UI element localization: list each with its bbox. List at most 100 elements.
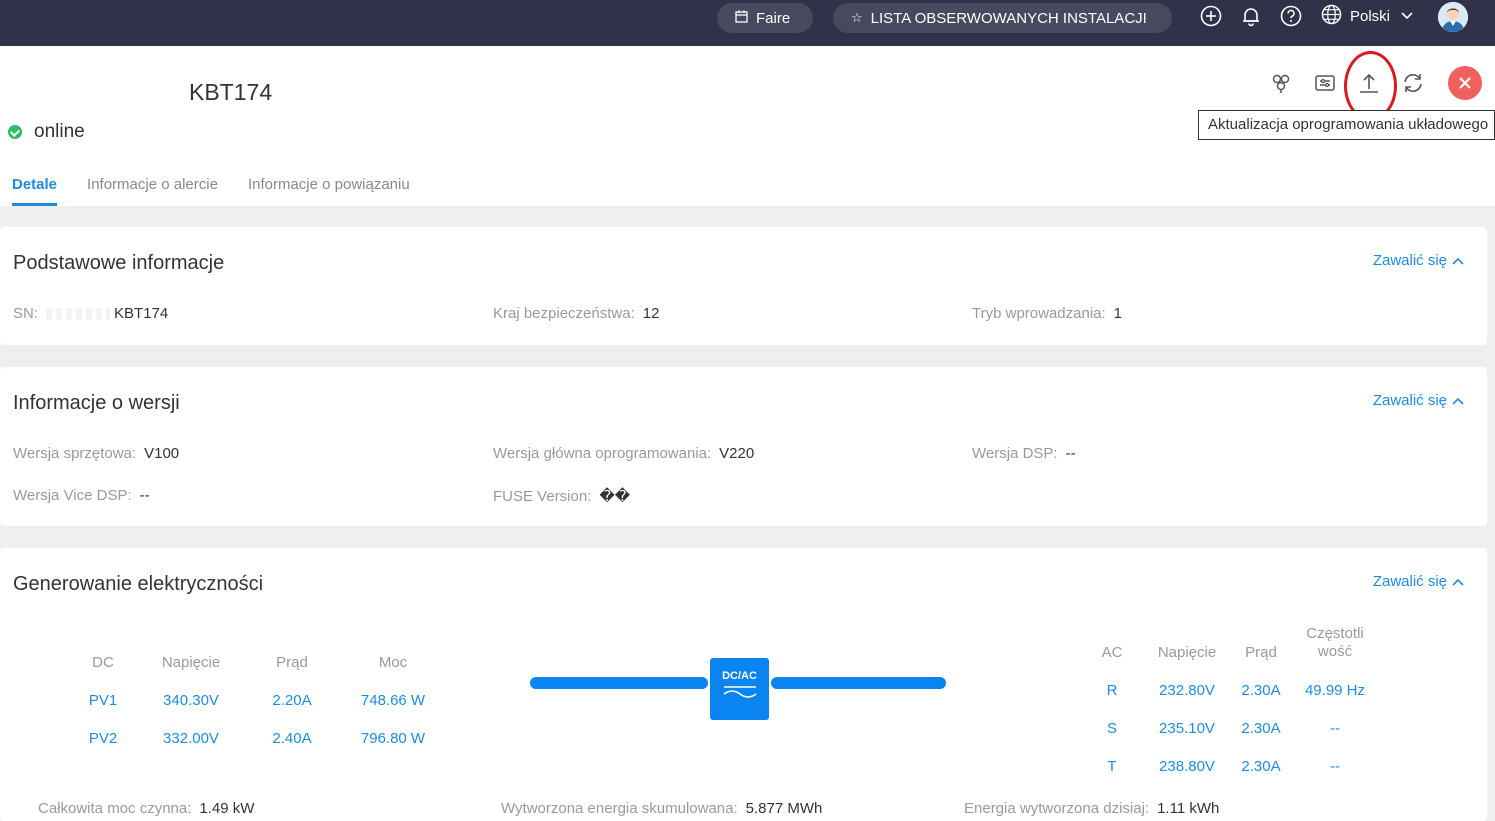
input-mode-value: 1 <box>1113 305 1123 322</box>
fuse-version-value: �� <box>599 488 631 505</box>
faire-label: Faire <box>756 9 791 27</box>
power-collapse-button[interactable]: Zawalić się <box>1373 573 1465 590</box>
dc-row-pv2-name: PV2 <box>88 730 118 747</box>
basic-info-title: Podstawowe informacje <box>13 252 225 274</box>
power-generation-card: Generowanie elektryczności Zawalić się D… <box>0 548 1487 821</box>
chevron-down-icon <box>1400 8 1414 25</box>
globe-icon <box>1321 4 1342 29</box>
cumulative-energy-value: 5.877 MWh <box>745 800 823 817</box>
ac-flow-bar <box>771 677 946 689</box>
today-energy-label: Energia wytworzona dzisiaj: <box>964 800 1150 817</box>
inverter-icon: DC/AC <box>710 658 769 720</box>
fuse-version-field: FUSE Version: �� <box>493 487 630 505</box>
cumulative-energy-field: Wytworzona energia skumulowana: 5.877 MWh <box>501 800 822 817</box>
fuse-version-label: FUSE Version: <box>493 488 592 505</box>
help-icon[interactable] <box>1280 5 1302 27</box>
power-generation-title: Generowanie elektryczności <box>13 573 264 595</box>
ac-row-r-frequency: 49.99 Hz <box>1304 682 1366 699</box>
sn-field: SN: KBT174 <box>13 305 168 322</box>
chevron-up-icon <box>1452 578 1464 586</box>
status-indicator: online <box>8 121 85 143</box>
watchlist-label: LISTA OBSERWOWANYCH INSTALACJI <box>870 9 1147 27</box>
collapse-label: Zawalić się <box>1372 573 1447 590</box>
close-button[interactable] <box>1448 66 1482 100</box>
today-energy-value: 1.11 kWh <box>1157 800 1220 817</box>
bell-icon[interactable] <box>1240 5 1262 27</box>
hardware-version-label: Wersja sprzętowa: <box>13 445 137 462</box>
language-selector[interactable]: Polski <box>1321 4 1414 29</box>
input-mode-field: Tryb wprowadzania: 1 <box>972 305 1122 322</box>
dc-row-pv1-power: 748.66 W <box>360 692 426 709</box>
sn-value: KBT174 <box>114 305 169 322</box>
vice-dsp-version-label: Wersja Vice DSP: <box>13 487 132 504</box>
dsp-version-field: Wersja DSP: -- <box>972 445 1076 462</box>
ac-frequency-header: Częstotli wość <box>1306 625 1364 660</box>
online-check-icon <box>8 125 22 139</box>
version-info-title: Informacje o wersji <box>13 392 180 414</box>
firmware-version-label: Wersja główna oprogramowania: <box>493 445 712 462</box>
add-circle-icon[interactable] <box>1200 5 1222 27</box>
settings-panel-icon[interactable] <box>1312 70 1338 96</box>
dc-row-pv2-power: 796.80 W <box>360 730 426 747</box>
input-mode-label: Tryb wprowadzania: <box>972 305 1106 322</box>
ac-current-header: Prąd <box>1245 644 1277 661</box>
tab-alerts[interactable]: Informacje o alercie <box>87 176 218 206</box>
dc-current-header: Prąd <box>276 654 308 671</box>
hardware-version-field: Wersja sprzętowa: V100 <box>13 445 179 462</box>
device-header: KBT174 online Aktualizacja oprogramowani… <box>0 46 1495 206</box>
total-active-power-label: Całkowita moc czynna: <box>38 800 192 817</box>
device-name: KBT174 <box>189 79 273 105</box>
dsp-version-label: Wersja DSP: <box>972 445 1058 462</box>
dc-row-pv2-voltage: 332.00V <box>163 730 219 747</box>
total-active-power-field: Całkowita moc czynna: 1.49 kW <box>38 800 254 817</box>
dc-power-header: Moc <box>378 654 408 671</box>
safety-country-field: Kraj bezpieczeństwa: 12 <box>493 305 659 322</box>
hardware-version-value: V100 <box>144 445 180 462</box>
dc-row-pv1-name: PV1 <box>88 692 118 709</box>
chevron-up-icon <box>1452 397 1464 405</box>
close-icon <box>1459 77 1471 89</box>
tab-details[interactable]: Detale <box>12 176 58 206</box>
dc-row-pv1-voltage: 340.30V <box>163 692 219 709</box>
sn-label: SN: <box>13 305 39 322</box>
vice-dsp-version-field: Wersja Vice DSP: -- <box>13 487 150 504</box>
watchlist-button[interactable]: ☆ LISTA OBSERWOWANYCH INSTALACJI <box>833 3 1172 33</box>
firmware-tooltip: Aktualizacja oprogramowania układowego <box>1198 110 1495 140</box>
faire-button[interactable]: Faire <box>717 3 813 33</box>
version-collapse-button[interactable]: Zawalić się <box>1373 392 1465 409</box>
ac-row-s-frequency: -- <box>1330 720 1340 737</box>
language-label: Polski <box>1350 7 1391 25</box>
total-active-power-value: 1.49 kW <box>199 800 255 817</box>
cumulative-energy-label: Wytworzona energia skumulowana: <box>501 800 738 817</box>
dc-row-pv2-current: 2.40A <box>272 730 312 747</box>
converter-label: DC/AC <box>722 670 757 682</box>
top-bar: Faire ☆ LISTA OBSERWOWANYCH INSTALACJI P… <box>0 0 1495 46</box>
avatar[interactable] <box>1438 2 1468 32</box>
dc-voltage-header: Napięcie <box>161 654 221 671</box>
dsp-version-value: -- <box>1065 445 1076 462</box>
today-energy-field: Energia wytworzona dzisiaj: 1.11 kWh <box>964 800 1219 817</box>
tab-associations[interactable]: Informacje o powiązaniu <box>248 176 410 206</box>
basic-info-card: Podstawowe informacje Zawalić się SN: KBT… <box>0 227 1487 345</box>
chevron-up-icon <box>1452 257 1464 265</box>
safety-country-value: 12 <box>642 305 660 322</box>
firmware-version-value: V220 <box>719 445 755 462</box>
topology-icon[interactable] <box>1268 70 1294 96</box>
ac-row-t-frequency: -- <box>1330 758 1340 775</box>
collapse-label: Zawalić się <box>1372 392 1447 409</box>
refresh-icon[interactable] <box>1400 70 1426 96</box>
dc-row-pv1-current: 2.20A <box>272 692 312 709</box>
version-info-card: Informacje o wersji Zawalić się Wersja s… <box>0 367 1487 526</box>
sn-redacted <box>46 308 111 321</box>
firmware-version-field: Wersja główna oprogramowania: V220 <box>493 445 754 462</box>
dc-header: DC <box>92 654 114 671</box>
vice-dsp-version-value: -- <box>139 487 150 504</box>
collapse-label: Zawalić się <box>1372 252 1447 269</box>
dc-flow-bar <box>530 677 708 689</box>
status-text: online <box>34 121 85 142</box>
tab-bar: Detale Informacje o alercie Informacje o… <box>12 176 440 206</box>
basic-collapse-button[interactable]: Zawalić się <box>1373 252 1465 269</box>
star-icon: ☆ <box>851 10 863 25</box>
calendar-icon <box>735 10 748 26</box>
safety-country-label: Kraj bezpieczeństwa: <box>493 305 635 322</box>
